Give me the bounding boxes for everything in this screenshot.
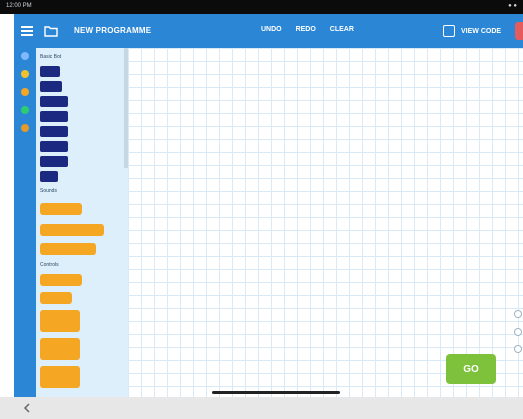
palette-block[interactable] [40,274,82,286]
rail-dot-icon [21,52,29,60]
zoom-out-icon[interactable] [514,328,522,336]
palette-block[interactable] [40,292,72,304]
block-palette: Basic Bot Sounds Controls [36,48,128,397]
palette-block[interactable] [40,203,82,215]
category-title: Controls [40,262,59,268]
zoom-reset-icon[interactable] [514,345,522,353]
rail-item-basic[interactable] [17,52,33,66]
go-button[interactable]: GO [446,354,496,384]
toolbar-edge-tab [515,22,523,40]
undo-button[interactable]: UNDO [261,26,282,33]
home-indicator [212,391,340,394]
view-code-icon [443,25,455,37]
palette-block[interactable] [40,310,80,332]
folder-icon[interactable] [44,24,58,38]
status-icons: ● ● [508,3,517,9]
category-title: Sounds [40,188,57,194]
palette-block[interactable] [40,96,68,107]
rail-dot-icon [21,88,29,96]
view-code-label: VIEW CODE [461,27,502,35]
zoom-in-icon[interactable] [514,310,522,318]
status-time: 12:00 PM [6,3,32,9]
clear-button[interactable]: CLEAR [330,26,354,33]
back-arrow-icon[interactable] [22,403,32,413]
palette-block[interactable] [40,366,80,388]
palette-block[interactable] [40,81,62,92]
palette-block[interactable] [40,141,68,152]
redo-button[interactable]: REDO [296,26,316,33]
toolbar-actions: UNDO REDO CLEAR [261,26,366,33]
rail-item-sensors[interactable] [17,106,33,120]
category-title: Basic Bot [40,54,62,60]
rail-dot-icon [21,70,29,78]
browser-bottom-bar [0,397,523,419]
view-code-button[interactable]: VIEW CODE [443,23,501,39]
rail-item-operators[interactable] [17,124,33,138]
top-toolbar: NEW PROGRAMME UNDO REDO CLEAR VIEW CODE [14,14,523,48]
status-bar: 12:00 PM ● ● [0,0,523,14]
palette-block[interactable] [40,338,80,360]
programme-title: NEW PROGRAMME [74,26,152,35]
palette-block[interactable] [40,171,58,182]
palette-block[interactable] [40,156,68,167]
rail-dot-icon [21,106,29,114]
palette-block[interactable] [40,111,68,122]
rail-item-sounds[interactable] [17,70,33,84]
palette-block[interactable] [40,243,96,255]
rail-dot-icon [21,124,29,132]
menu-icon[interactable] [20,24,34,38]
palette-block[interactable] [40,126,68,137]
palette-block[interactable] [40,66,60,77]
program-canvas[interactable] [128,48,523,397]
rail-item-controls[interactable] [17,88,33,102]
palette-block[interactable] [40,224,104,236]
category-rail [14,48,36,397]
